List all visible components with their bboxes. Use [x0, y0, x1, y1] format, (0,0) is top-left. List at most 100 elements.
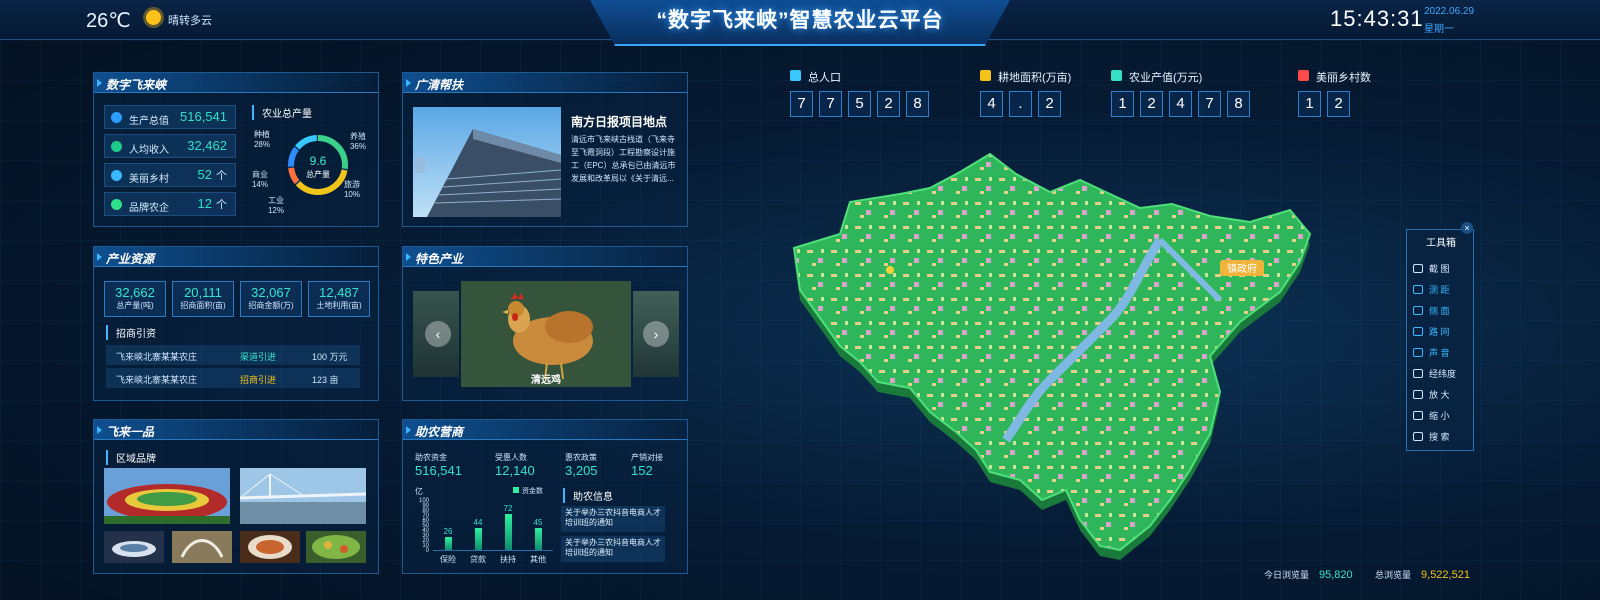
total-value: 9,522,521 [1421, 569, 1470, 581]
panel-header: 特色产业 [403, 247, 687, 267]
stat-title: 耕地面积(万亩) [998, 72, 1072, 84]
panel-header: 数字飞来峡 [94, 73, 378, 93]
panel-title: 飞来一品 [106, 425, 155, 439]
arrow-icon [97, 426, 102, 434]
stat-value: 516,541 [180, 109, 227, 124]
food-image[interactable] [240, 531, 300, 563]
stat-number: 52 [197, 167, 212, 182]
box-label: 招商面积(亩) [180, 301, 226, 310]
seg-label-tourism: 旅游 10% [340, 179, 364, 199]
info-title: 助农信息 [563, 488, 613, 503]
total-label: 总浏览量 [1375, 570, 1412, 580]
carousel-prev-button[interactable]: ‹ [425, 321, 451, 347]
stat-row-brand[interactable]: 品牌农企 12 个 [104, 192, 236, 216]
investment-row[interactable]: 飞来峡北寨某某农庄 渠道引进 100 万元 [106, 345, 360, 365]
salad-image[interactable] [306, 531, 366, 563]
stat-title: 美丽乡村数 [1316, 72, 1371, 84]
bar-category-label: 扶持 [500, 555, 516, 564]
weekday: 星期一 [1424, 24, 1454, 35]
carousel-next-button[interactable]: › [643, 321, 669, 347]
measure-icon [1413, 285, 1423, 294]
stat-row-gdp[interactable]: 生产总值 516,541 [104, 105, 236, 129]
resource-box-output[interactable]: 32,662 总产量(吨) [104, 281, 166, 317]
tool-label: 测 距 [1429, 285, 1450, 295]
stadium-image[interactable] [104, 468, 230, 524]
bar [474, 528, 482, 550]
row-name: 飞来峡北寨某某农庄 [116, 375, 198, 385]
info-item[interactable]: 关于举办三农抖音电商人才培训班的通知 [561, 536, 665, 562]
panel-title: 特色产业 [415, 252, 464, 266]
seg-pct: 10% [343, 190, 360, 199]
zoom-in-icon [1413, 390, 1423, 399]
resource-box-amount[interactable]: 32,067 招商金额(万) [240, 281, 302, 317]
stat-digit: 2 [1327, 91, 1350, 117]
stat-digit: 7 [819, 91, 842, 117]
page-title: “数字飞来峡”智慧农业云平台 [656, 9, 944, 32]
bar-category-label: 其他 [530, 555, 546, 564]
panel-title: 产业资源 [106, 252, 155, 266]
seg-name: 商业 [252, 170, 268, 179]
zoom-out-icon [1413, 411, 1423, 420]
map-point[interactable] [886, 266, 894, 274]
box-value: 32,067 [251, 285, 291, 300]
tool-screenshot[interactable]: 截 图 [1413, 262, 1450, 275]
tool-search[interactable]: 搜 索 [1413, 430, 1450, 443]
stat-digit: 8 [1227, 91, 1250, 117]
bridge-image[interactable] [240, 468, 366, 524]
panel-feilai-products: 飞来一品 区域品牌 [93, 419, 379, 574]
chart-y-axis: 0 10 20 30 40 50 60 70 80 90 100 [411, 497, 429, 555]
panel-header: 助农营商 [403, 420, 687, 440]
stat-digit: 8 [906, 91, 929, 117]
stat-digit: 2 [1038, 91, 1061, 117]
metric-fund: 助农资金 516,541 [415, 452, 462, 478]
tool-zoom-out[interactable]: 缩 小 [1413, 409, 1450, 422]
side-view-icon [1413, 306, 1423, 315]
region-map[interactable]: 镇政府 [780, 150, 1320, 560]
panel-title: 数字飞来峡 [106, 78, 167, 92]
stat-row-village[interactable]: 美丽乡村 52 个 [104, 163, 236, 187]
tool-label: 经纬度 [1429, 369, 1457, 379]
road-network-icon [1413, 327, 1423, 336]
tool-label: 放 大 [1429, 390, 1450, 400]
box-label: 土地利用(亩) [316, 301, 362, 310]
tool-side-view[interactable]: 侧 面 [1413, 304, 1450, 317]
stat-row-income[interactable]: 人均收入 32,462 [104, 134, 236, 158]
map-region[interactable] [792, 152, 1312, 552]
arrow-icon [97, 253, 102, 261]
toolbox-close-button[interactable]: × [1461, 222, 1473, 234]
tool-label: 搜 索 [1429, 432, 1450, 442]
panel-header: 飞来一品 [94, 420, 378, 440]
arrow-icon [406, 253, 411, 261]
tool-measure[interactable]: 测 距 [1413, 283, 1450, 296]
seg-label-industry: 工业 12% [264, 195, 288, 215]
stat-digit: 4 [1169, 91, 1192, 117]
legend-swatch [513, 487, 519, 493]
carousel-caption: 清远鸡 [531, 375, 561, 386]
coordinates-icon [1413, 369, 1423, 378]
news-title[interactable]: 南方日报项目地点 [571, 113, 667, 130]
stat-digit: . [1009, 91, 1032, 117]
seg-pct: 28% [253, 140, 270, 149]
metric-label: 惠农政策 [565, 453, 597, 462]
field-icon [980, 70, 991, 81]
panel-agri-support: 助农营商 助农资金 516,541 受惠人数 12,140 惠农政策 3,205 产销… [402, 419, 688, 574]
tool-road-network[interactable]: 路 网 [1413, 325, 1450, 338]
tool-zoom-in[interactable]: 放 大 [1413, 388, 1450, 401]
row-type: 招商引进 [240, 375, 277, 385]
temperature: 26℃ [86, 10, 131, 32]
tool-coordinates[interactable]: 经纬度 [1413, 367, 1456, 380]
sculpture-image[interactable] [172, 531, 232, 563]
resource-box-land[interactable]: 12,487 土地利用(亩) [308, 281, 370, 317]
investment-row[interactable]: 飞来峡北寨某某农庄 招商引进 123 亩 [106, 368, 360, 388]
metric-beneficiaries: 受惠人数 12,140 [495, 452, 535, 478]
arena-image[interactable] [104, 531, 164, 563]
metric-label: 受惠人数 [495, 453, 527, 462]
stat-title: 农业产值(万元) [1129, 72, 1203, 84]
row-amount: 100 万元 [312, 352, 348, 362]
seg-name: 种植 [254, 130, 270, 139]
panel-industry-resources: 产业资源 32,662 总产量(吨) 20,111 招商面积(亩) 32,067 招商… [93, 246, 379, 401]
resource-box-area[interactable]: 20,111 招商面积(亩) [172, 281, 234, 317]
info-item[interactable]: 关于举办三农抖音电商人才培训班的通知 [561, 506, 665, 532]
building-image[interactable] [413, 107, 561, 217]
tool-sound[interactable]: 声 音 [1413, 346, 1450, 359]
